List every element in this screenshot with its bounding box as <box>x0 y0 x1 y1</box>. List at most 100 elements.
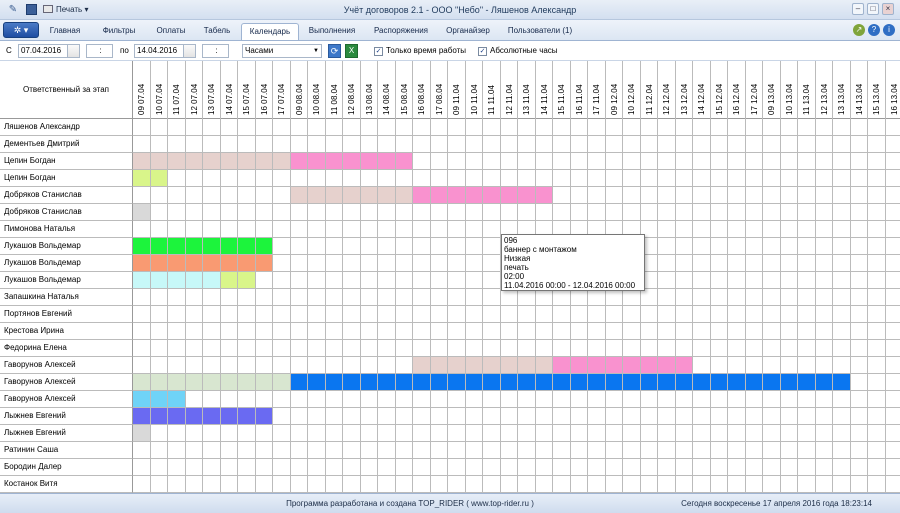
task-bar-cell[interactable] <box>483 357 501 374</box>
task-bar-cell[interactable] <box>133 272 151 289</box>
task-bar-cell[interactable] <box>360 374 378 391</box>
task-bar-cell[interactable] <box>413 357 431 374</box>
task-bar-cell[interactable] <box>308 187 326 204</box>
task-bar-cell[interactable] <box>605 357 623 374</box>
task-bar-cell[interactable] <box>238 255 256 272</box>
task-bar-cell[interactable] <box>238 153 256 170</box>
only-work-time-checkbox[interactable]: ✓ <box>374 47 383 56</box>
from-time-field[interactable]: : <box>86 44 113 58</box>
task-bar-cell[interactable] <box>150 170 168 187</box>
task-bar-cell[interactable] <box>203 408 221 425</box>
to-calendar-button[interactable] <box>183 44 196 58</box>
task-bar-cell[interactable] <box>815 374 833 391</box>
task-bar-cell[interactable] <box>220 374 238 391</box>
task-bar-cell[interactable] <box>710 374 728 391</box>
task-bar-cell[interactable] <box>413 187 431 204</box>
task-bar-cell[interactable] <box>150 374 168 391</box>
task-bar-cell[interactable] <box>500 357 518 374</box>
task-bar-cell[interactable] <box>220 255 238 272</box>
task-bar-cell[interactable] <box>168 238 186 255</box>
task-bar-cell[interactable] <box>413 374 431 391</box>
task-bar-cell[interactable] <box>360 153 378 170</box>
task-bar-cell[interactable] <box>150 238 168 255</box>
task-bar-cell[interactable] <box>465 374 483 391</box>
task-bar-cell[interactable] <box>133 238 151 255</box>
task-bar-cell[interactable] <box>238 408 256 425</box>
task-bar-cell[interactable] <box>553 374 571 391</box>
task-bar-cell[interactable] <box>238 374 256 391</box>
tab-6[interactable]: Распоряжения <box>366 23 436 40</box>
task-bar-cell[interactable] <box>290 374 308 391</box>
task-bar-cell[interactable] <box>255 153 273 170</box>
task-bar-cell[interactable] <box>623 374 641 391</box>
task-bar-cell[interactable] <box>448 187 466 204</box>
tab-2[interactable]: Оплаты <box>148 23 194 40</box>
task-bar-cell[interactable] <box>588 357 606 374</box>
task-bar-cell[interactable] <box>203 153 221 170</box>
task-bar-cell[interactable] <box>395 153 413 170</box>
task-bar-cell[interactable] <box>343 153 361 170</box>
info-icon[interactable]: i <box>883 24 895 36</box>
task-bar-cell[interactable] <box>500 374 518 391</box>
task-bar-cell[interactable] <box>133 255 151 272</box>
task-bar-cell[interactable] <box>150 153 168 170</box>
task-bar-cell[interactable] <box>623 357 641 374</box>
task-bar-cell[interactable] <box>273 374 291 391</box>
task-bar-cell[interactable] <box>168 255 186 272</box>
task-bar-cell[interactable] <box>343 374 361 391</box>
task-bar-cell[interactable] <box>203 255 221 272</box>
task-bar-cell[interactable] <box>483 187 501 204</box>
task-bar-cell[interactable] <box>693 374 711 391</box>
task-bar-cell[interactable] <box>238 238 256 255</box>
task-bar-cell[interactable] <box>675 357 693 374</box>
task-bar-cell[interactable] <box>500 187 518 204</box>
task-bar-cell[interactable] <box>658 374 676 391</box>
task-bar-cell[interactable] <box>290 187 308 204</box>
edit-icon[interactable]: ✎ <box>6 3 20 17</box>
task-bar-cell[interactable] <box>325 374 343 391</box>
task-bar-cell[interactable] <box>588 374 606 391</box>
task-bar-cell[interactable] <box>378 153 396 170</box>
task-bar-cell[interactable] <box>133 408 151 425</box>
task-bar-cell[interactable] <box>133 153 151 170</box>
task-bar-cell[interactable] <box>185 374 203 391</box>
task-bar-cell[interactable] <box>255 408 273 425</box>
task-bar-cell[interactable] <box>640 357 658 374</box>
task-bar-cell[interactable] <box>203 272 221 289</box>
task-bar-cell[interactable] <box>168 272 186 289</box>
task-bar-cell[interactable] <box>395 374 413 391</box>
task-bar-cell[interactable] <box>448 357 466 374</box>
task-bar-cell[interactable] <box>150 391 168 408</box>
task-bar-cell[interactable] <box>150 408 168 425</box>
task-bar-cell[interactable] <box>430 374 448 391</box>
task-bar-cell[interactable] <box>133 204 151 221</box>
task-bar-cell[interactable] <box>168 153 186 170</box>
help-icon[interactable]: ? <box>868 24 880 36</box>
task-bar-cell[interactable] <box>133 170 151 187</box>
task-bar-cell[interactable] <box>203 374 221 391</box>
task-bar-cell[interactable] <box>255 374 273 391</box>
minimize-button[interactable]: – <box>852 3 864 15</box>
task-bar-cell[interactable] <box>378 374 396 391</box>
task-bar-cell[interactable] <box>325 187 343 204</box>
task-bar-cell[interactable] <box>483 374 501 391</box>
task-bar-cell[interactable] <box>570 374 588 391</box>
task-bar-cell[interactable] <box>745 374 763 391</box>
task-bar-cell[interactable] <box>535 374 553 391</box>
print-button[interactable]: Печать ▾ <box>43 3 88 17</box>
task-bar-cell[interactable] <box>378 187 396 204</box>
task-bar-cell[interactable] <box>798 374 816 391</box>
task-bar-cell[interactable] <box>150 272 168 289</box>
task-bar-cell[interactable] <box>780 374 798 391</box>
from-calendar-button[interactable] <box>67 44 80 58</box>
task-bar-cell[interactable] <box>220 272 238 289</box>
to-time-field[interactable]: : <box>202 44 229 58</box>
app-menu-button[interactable]: ✲ ▾ <box>3 22 39 38</box>
task-bar-cell[interactable] <box>185 255 203 272</box>
excel-export-icon[interactable]: X <box>345 44 358 58</box>
task-bar-cell[interactable] <box>220 153 238 170</box>
task-bar-cell[interactable] <box>255 238 273 255</box>
task-bar-cell[interactable] <box>728 374 746 391</box>
task-bar-cell[interactable] <box>273 153 291 170</box>
task-bar-cell[interactable] <box>430 357 448 374</box>
